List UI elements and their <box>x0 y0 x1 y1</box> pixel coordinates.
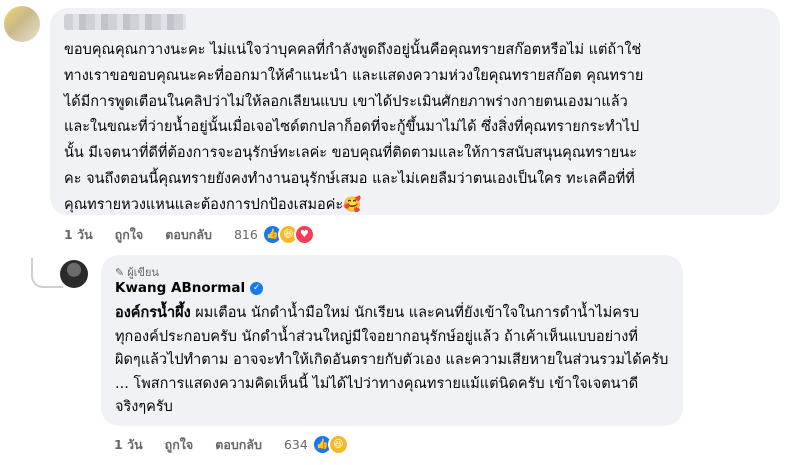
reply-bubble: ✎ ผู้เขียน Kwang ABnormal ✓ องค์กรน้ำผึ้… <box>101 255 683 426</box>
comment-line: นั้น มีเจตนาที่ดีที่ต้องการจะอนุรักษ์ทะเ… <box>64 145 638 162</box>
comment-actions: 1 วัน ถูกใจ ตอบกลับ 816 👍 😆 ♥ <box>64 224 315 245</box>
mentioned-page-link[interactable]: องค์กรน้ำผึ้ง <box>115 305 191 321</box>
blurred-commenter-name[interactable] <box>64 14 186 30</box>
reply-line: จริงๆครับ <box>115 399 173 415</box>
thread-connector <box>31 258 63 288</box>
reaction-icons[interactable]: 👍 😆 <box>311 434 349 455</box>
like-button[interactable]: ถูกใจ <box>165 435 194 455</box>
reply-line: ทุกองค์ประกอบครับ นักดำน้ำส่วนใหญ่มีใจอย… <box>115 328 638 345</box>
comment-line: ขอบคุณคุณกวางนะคะ ไม่แน่ใจว่าบุคคลที่กำล… <box>64 42 642 58</box>
author-badge: ✎ ผู้เขียน <box>115 263 159 281</box>
comment-text: ขอบคุณคุณกวางนะคะ ไม่แน่ใจว่าบุคคลที่กำล… <box>64 38 769 219</box>
verified-badge-icon: ✓ <box>250 281 264 295</box>
comment-line: คะ จนถึงตอนนี้คุณทรายยังคงทำงานอนุรักษ์เ… <box>64 170 635 187</box>
reaction-count[interactable]: 634 <box>284 437 308 452</box>
like-button[interactable]: ถูกใจ <box>115 225 144 245</box>
pen-icon: ✎ <box>115 265 125 279</box>
commenter-avatar[interactable] <box>4 6 40 42</box>
comment-time[interactable]: 1 วัน <box>64 225 93 245</box>
author-name[interactable]: Kwang ABnormal <box>115 280 245 296</box>
comment-line: ทางเราขอขอบคุณนะคะที่ออกมาให้คำแนะนำ และ… <box>64 67 644 84</box>
reaction-count[interactable]: 816 <box>234 227 258 242</box>
reply-button[interactable]: ตอบกลับ <box>165 225 212 245</box>
reply-line-rest: ผมเตือน นักดำน้ำมือใหม่ นักเรียน และคนที… <box>190 305 639 321</box>
author-badge-label: ผู้เขียน <box>127 266 159 279</box>
reply-time[interactable]: 1 วัน <box>114 435 143 455</box>
reply-text: องค์กรน้ำผึ้ง ผมเตือน นักดำน้ำมือใหม่ นั… <box>115 302 675 420</box>
reply-line: ผิดๆแล้วไปทำตาม อาจจะทำให้เกิดอันตรายกับ… <box>115 352 669 368</box>
comment-line: ได้มีการพูดเตือนในคลิปว่าไม่ให้ลอกเลียนแ… <box>64 93 628 110</box>
reply-line: ... โพสการแสดงความคิดเห็นนี้ ไม่ได้ไปว่า… <box>115 375 639 392</box>
reply-author[interactable]: Kwang ABnormal ✓ <box>115 280 264 296</box>
reply-button[interactable]: ตอบกลับ <box>215 435 262 455</box>
haha-reaction-icon: 😆 <box>327 434 349 455</box>
love-reaction-icon: ♥ <box>293 224 315 245</box>
comment-line: และในขณะที่ว่ายน้ำอยู่นั้นเมื่อเจอไซด์ตก… <box>64 119 640 136</box>
comment-line: คุณทรายหวงแหนและต้องการปกป้องเสมอค่ะ🥰 <box>64 196 362 213</box>
reaction-icons[interactable]: 👍 😆 ♥ <box>261 224 315 245</box>
comment-bubble: ขอบคุณคุณกวางนะคะ ไม่แน่ใจว่าบุคคลที่กำล… <box>50 8 780 215</box>
reply-actions: 1 วัน ถูกใจ ตอบกลับ 634 👍 😆 <box>114 434 349 455</box>
author-avatar[interactable] <box>60 260 88 288</box>
reply-line: องค์กรน้ำผึ้ง ผมเตือน นักดำน้ำมือใหม่ นั… <box>115 302 675 326</box>
